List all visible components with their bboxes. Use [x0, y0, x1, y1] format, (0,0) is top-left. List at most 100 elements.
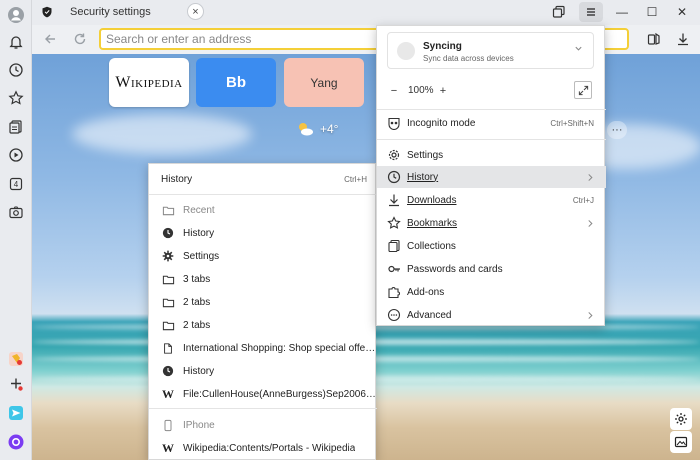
speed-dial-label: Bb — [226, 74, 246, 91]
clock-icon — [162, 227, 174, 239]
expand-icon — [578, 85, 588, 95]
tab-strip: Security settings × — ☐ ✕ — [32, 0, 700, 25]
sync-title: Syncing — [423, 41, 462, 52]
more-icon — [387, 308, 401, 322]
history-item[interactable]: History — [149, 360, 377, 382]
gallery-button[interactable] — [670, 431, 692, 453]
customize-gear-button[interactable] — [670, 408, 692, 430]
speed-dial-label: Wikipedia — [115, 73, 183, 91]
clock-icon — [387, 170, 401, 184]
more-options-button[interactable]: ··· — [607, 121, 627, 139]
speed-dial-yang[interactable]: Yang — [284, 58, 364, 107]
history-item[interactable]: 2 tabs — [149, 291, 377, 313]
download-icon — [389, 194, 399, 207]
clock-icon — [162, 365, 174, 377]
extensions-icon[interactable] — [645, 30, 663, 48]
zoom-out-button[interactable]: − — [386, 83, 402, 99]
shortcut: Ctrl+Shift+N — [550, 118, 594, 128]
star-icon — [387, 216, 401, 229]
history-item[interactable]: Settings — [149, 245, 377, 267]
menu-item-advanced[interactable]: Advanced — [377, 304, 606, 326]
zoom-controls: − 100% + — [377, 80, 606, 102]
minimize-button[interactable]: — — [610, 2, 634, 22]
bell-icon[interactable] — [5, 31, 27, 53]
menu-item-incognito[interactable]: Incognito mode Ctrl+Shift+N — [377, 112, 606, 134]
sync-subtitle: Sync data across devices — [423, 54, 514, 63]
folder-icon — [162, 206, 174, 215]
phone-icon — [164, 419, 172, 431]
tabs-overview-icon[interactable] — [547, 2, 571, 22]
camera-icon[interactable] — [5, 201, 27, 223]
reload-icon[interactable] — [71, 30, 89, 48]
menu-item-passwords[interactable]: Passwords and cards — [377, 258, 606, 280]
tab-title[interactable]: Security settings — [70, 6, 151, 18]
menu-item-history[interactable]: History — [377, 166, 606, 188]
recent-section-label: Recent — [149, 199, 377, 221]
menu-item-downloads[interactable]: Downloads Ctrl+J — [377, 189, 606, 211]
folder-icon — [162, 298, 174, 307]
gear-icon — [675, 413, 687, 425]
chevron-right-icon — [588, 173, 593, 181]
main-menu: Syncing Sync data across devices − 100% … — [376, 25, 606, 326]
sync-card[interactable]: Syncing Sync data across devices — [387, 32, 594, 69]
image-icon — [674, 436, 688, 448]
chevron-right-icon — [588, 219, 593, 227]
menu-item-settings[interactable]: Settings — [377, 144, 606, 166]
speed-dial-bb[interactable]: Bb — [196, 58, 276, 107]
messenger-icon[interactable] — [5, 402, 27, 424]
left-sidebar: 4 — [0, 0, 32, 460]
history-submenu: History Ctrl+H Recent History Settings 3… — [148, 163, 377, 460]
clock-icon[interactable] — [5, 59, 27, 81]
menu-item-bookmarks[interactable]: Bookmarks — [377, 212, 606, 234]
chevron-right-icon — [588, 311, 593, 319]
weather-temp: +4° — [320, 122, 339, 136]
speed-dial-wikipedia[interactable]: Wikipedia — [109, 58, 189, 107]
history-item[interactable]: 3 tabs — [149, 268, 377, 290]
profile-avatar-icon[interactable] — [5, 4, 27, 26]
history-header-label: History — [161, 173, 193, 185]
wikipedia-icon: W — [162, 440, 174, 455]
counter-icon[interactable]: 4 — [5, 173, 27, 195]
shield-icon — [42, 6, 52, 18]
menu-item-collections[interactable]: Collections — [377, 235, 606, 257]
collections-icon[interactable] — [5, 116, 27, 138]
history-item[interactable]: 2 tabs — [149, 314, 377, 336]
back-arrow-icon[interactable] — [41, 30, 59, 48]
history-item[interactable]: History — [149, 222, 377, 244]
play-icon[interactable] — [5, 144, 27, 166]
zoom-level: 100% — [408, 85, 434, 96]
fullscreen-button[interactable] — [574, 81, 592, 99]
star-icon[interactable] — [5, 87, 27, 109]
download-icon[interactable] — [674, 30, 692, 48]
shortcut: Ctrl+J — [572, 195, 594, 205]
incognito-icon — [388, 117, 400, 130]
speed-dial-label: Yang — [310, 75, 338, 90]
puzzle-icon — [388, 287, 400, 299]
add-panel-icon[interactable] — [5, 373, 27, 395]
history-header-item[interactable]: History Ctrl+H — [149, 168, 377, 190]
menu-item-addons[interactable]: Add-ons — [377, 281, 606, 303]
close-window-button[interactable]: ✕ — [670, 2, 694, 22]
zoom-in-button[interactable]: + — [435, 83, 451, 99]
history-shortcut: Ctrl+H — [344, 174, 367, 184]
games-icon[interactable] — [5, 348, 27, 370]
gear-icon — [388, 149, 400, 161]
main-menu-button[interactable] — [579, 2, 603, 22]
maximize-button[interactable]: ☐ — [640, 2, 664, 22]
collections-icon — [388, 239, 400, 253]
history-item[interactable]: W File:CullenHouse(AnneBurgess)Sep2006.j… — [149, 383, 377, 405]
device-history-item[interactable]: W Wikipedia:Contents/Portals - Wikipedia — [149, 437, 377, 459]
folder-icon — [162, 321, 174, 330]
partly-cloudy-icon — [299, 123, 313, 136]
weather-widget[interactable]: +4° — [296, 121, 338, 137]
history-item[interactable]: International Shopping: Shop special off… — [149, 337, 377, 359]
chevron-down-icon — [575, 46, 582, 51]
key-icon — [388, 265, 400, 273]
alice-assistant-icon[interactable] — [5, 431, 27, 453]
hamburger-icon — [587, 8, 595, 16]
avatar — [397, 42, 415, 60]
tab-close-button[interactable]: × — [187, 3, 204, 20]
wikipedia-icon: W — [162, 386, 174, 401]
page-icon — [164, 342, 172, 354]
device-section-label: IPhone — [149, 414, 377, 436]
